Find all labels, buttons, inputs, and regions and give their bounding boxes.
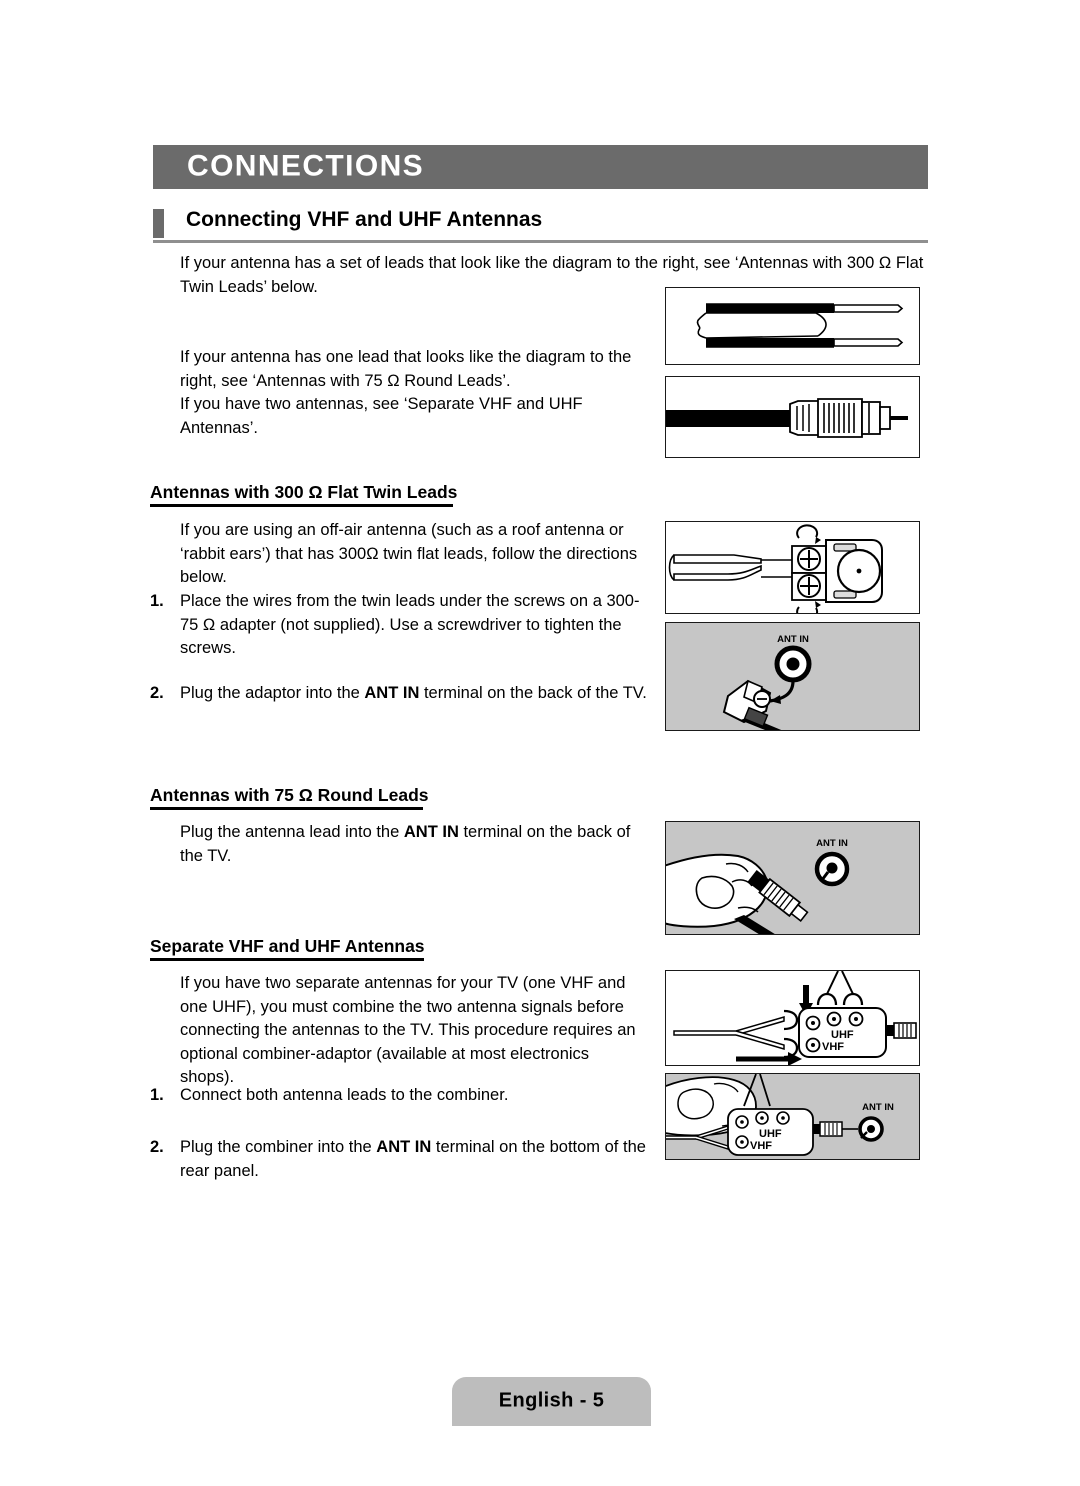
round-leads-body-bold: ANT IN	[403, 823, 459, 841]
page-number-badge: English - 5	[452, 1377, 651, 1426]
figure-round-lead	[665, 376, 920, 458]
figure-combiner-uhf-label: UHF	[831, 1029, 854, 1041]
figure-ant-in-hand-label: ANT IN	[816, 838, 848, 849]
step-text: Connect both antenna leads to the combin…	[180, 1084, 655, 1108]
subheading-round-leads: Antennas with 75 Ω Round Leads	[150, 785, 429, 810]
subheading-flat-twin-label: Antennas with 300 Ω Flat Twin Leads	[150, 482, 458, 502]
step-text-post: terminal on the back of the TV.	[419, 684, 647, 702]
figure-combiner-ant-in-vhf-label: VHF	[750, 1140, 772, 1152]
round-leads-body-pre: Plug the antenna lead into the	[180, 823, 404, 841]
step-text-pre: Plug the adaptor into the	[180, 684, 365, 702]
chapter-banner: CONNECTIONS	[153, 145, 928, 189]
figure-combiner-vhf-label: VHF	[822, 1041, 844, 1053]
step-text-pre: Place the wires from the twin leads unde…	[180, 592, 640, 657]
step-text: Plug the adaptor into the ANT IN termina…	[180, 682, 670, 706]
step-text: Place the wires from the twin leads unde…	[180, 590, 655, 661]
round-leads-body: Plug the antenna lead into the ANT IN te…	[180, 821, 650, 868]
subheading-round-leads-label: Antennas with 75 Ω Round Leads	[150, 785, 429, 805]
subheading-round-leads-rule	[150, 807, 423, 810]
step-text-pre: Connect both antenna leads to the combin…	[180, 1086, 509, 1104]
page-number-label: English - 5	[498, 1388, 605, 1411]
figure-combiner: UHF VHF	[665, 970, 920, 1066]
figure-combiner-ant-in-label: ANT IN	[862, 1102, 894, 1113]
step-text-bold: ANT IN	[376, 1138, 432, 1156]
flat-twin-step-1: 1. Place the wires from the twin leads u…	[150, 590, 655, 661]
manual-page: CONNECTIONS Connecting VHF and UHF Anten…	[0, 0, 1080, 1486]
subheading-separate-label: Separate VHF and UHF Antennas	[150, 936, 425, 956]
figure-ant-in-back: ANT IN	[665, 622, 920, 731]
section-underline	[153, 240, 928, 243]
subheading-flat-twin-rule	[150, 504, 453, 507]
step-number: 2.	[150, 1138, 164, 1156]
separate-intro: If you have two separate antennas for yo…	[180, 974, 636, 1086]
subheading-separate-rule	[150, 958, 424, 961]
figure-ant-in-back-label: ANT IN	[777, 634, 809, 645]
subheading-separate: Separate VHF and UHF Antennas	[150, 936, 425, 961]
separate-step-1: 1. Connect both antenna leads to the com…	[150, 1084, 655, 1108]
step-text-pre: Plug the combiner into the	[180, 1138, 377, 1156]
step-number: 2.	[150, 684, 164, 702]
intro-paragraph-2: If your antenna has one lead that looks …	[180, 348, 632, 390]
step-number: 1.	[150, 1086, 164, 1104]
chapter-title: CONNECTIONS	[187, 149, 425, 183]
separate-step-2: 2. Plug the combiner into the ANT IN ter…	[150, 1136, 650, 1183]
section-accent-bar	[153, 209, 164, 238]
step-number: 1.	[150, 592, 164, 610]
flat-twin-step-2: 2. Plug the adaptor into the ANT IN term…	[150, 682, 670, 706]
figure-combiner-ant-in-uhf-label: UHF	[759, 1128, 782, 1140]
section-heading: Connecting VHF and UHF Antennas	[153, 208, 928, 243]
section-heading-label: Connecting VHF and UHF Antennas	[186, 208, 543, 231]
intro-paragraph-3: If you have two antennas, see ‘Separate …	[180, 395, 583, 437]
figure-adapter-screws	[665, 521, 920, 614]
subheading-flat-twin: Antennas with 300 Ω Flat Twin Leads	[150, 482, 457, 507]
step-text: Plug the combiner into the ANT IN termin…	[180, 1136, 650, 1183]
figure-flat-twin-lead	[665, 287, 920, 365]
step-text-bold: ANT IN	[364, 684, 420, 702]
figure-combiner-ant-in: UHF VHF ANT IN	[665, 1073, 920, 1160]
flat-twin-intro: If you are using an off-air antenna (suc…	[180, 521, 638, 586]
figure-ant-in-hand: ANT IN	[665, 821, 920, 935]
